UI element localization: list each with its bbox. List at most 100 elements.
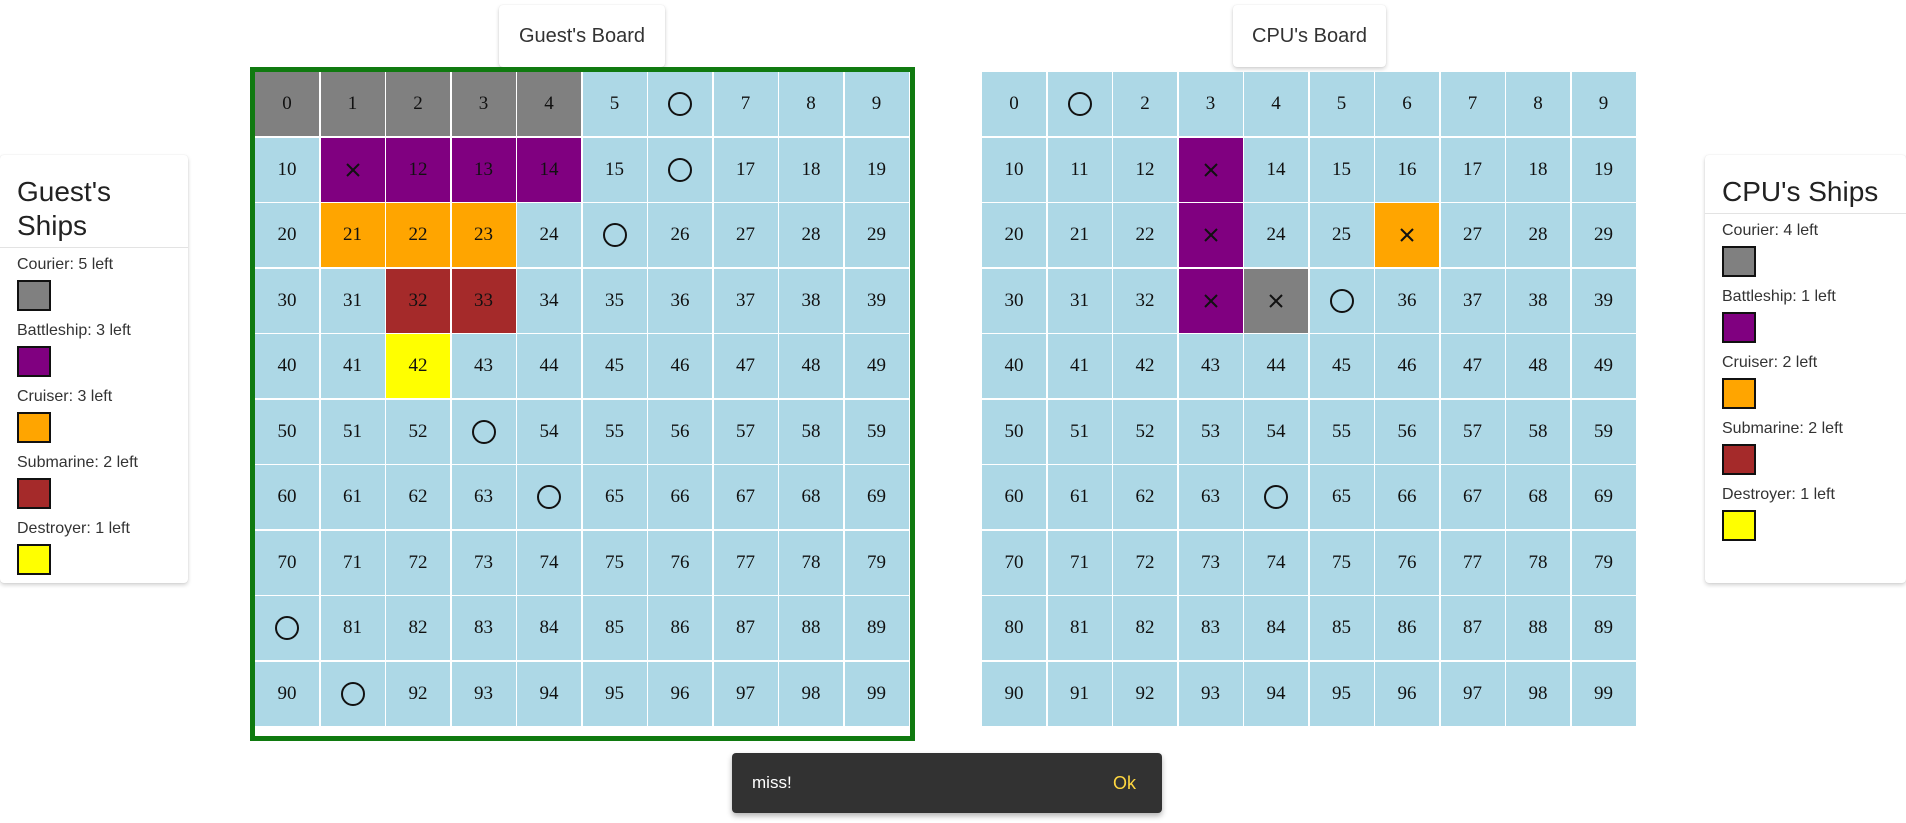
- cpu-cell-33[interactable]: [1178, 268, 1243, 333]
- cpu-cell-3[interactable]: 3: [1178, 72, 1243, 136]
- cpu-cell-65[interactable]: 65: [1309, 465, 1374, 529]
- cpu-cell-24[interactable]: 24: [1244, 203, 1308, 267]
- cpu-cell-1[interactable]: [1047, 72, 1112, 136]
- cpu-cell-26[interactable]: [1375, 203, 1439, 267]
- cpu-cell-41[interactable]: 41: [1047, 334, 1112, 398]
- cpu-cell-10[interactable]: 10: [982, 137, 1046, 202]
- cpu-cell-85[interactable]: 85: [1309, 596, 1374, 660]
- cpu-cell-68[interactable]: 68: [1506, 465, 1570, 529]
- cpu-cell-22[interactable]: 22: [1113, 203, 1177, 267]
- cpu-cell-81[interactable]: 81: [1047, 596, 1112, 660]
- cpu-cell-74[interactable]: 74: [1244, 530, 1308, 595]
- cpu-cell-11[interactable]: 11: [1047, 137, 1112, 202]
- cpu-cell-16[interactable]: 16: [1375, 137, 1439, 202]
- cpu-cell-36[interactable]: 36: [1375, 268, 1439, 333]
- cpu-cell-2[interactable]: 2: [1113, 72, 1177, 136]
- cpu-cell-6[interactable]: 6: [1375, 72, 1439, 136]
- cpu-cell-39[interactable]: 39: [1571, 268, 1636, 333]
- cpu-cell-62[interactable]: 62: [1113, 465, 1177, 529]
- cpu-cell-17[interactable]: 17: [1440, 137, 1505, 202]
- cpu-cell-72[interactable]: 72: [1113, 530, 1177, 595]
- cpu-cell-84[interactable]: 84: [1244, 596, 1308, 660]
- cpu-cell-89[interactable]: 89: [1571, 596, 1636, 660]
- cpu-cell-95[interactable]: 95: [1309, 661, 1374, 726]
- cpu-cell-15[interactable]: 15: [1309, 137, 1374, 202]
- cpu-cell-80[interactable]: 80: [982, 596, 1046, 660]
- cpu-cell-27[interactable]: 27: [1440, 203, 1505, 267]
- cpu-cell-63[interactable]: 63: [1178, 465, 1243, 529]
- cpu-cell-34[interactable]: [1244, 268, 1308, 333]
- cpu-cell-5[interactable]: 5: [1309, 72, 1374, 136]
- cpu-cell-78[interactable]: 78: [1506, 530, 1570, 595]
- cpu-cell-61[interactable]: 61: [1047, 465, 1112, 529]
- cpu-cell-4[interactable]: 4: [1244, 72, 1308, 136]
- cpu-cell-57[interactable]: 57: [1440, 399, 1505, 464]
- cpu-cell-73[interactable]: 73: [1178, 530, 1243, 595]
- cpu-cell-94[interactable]: 94: [1244, 661, 1308, 726]
- cpu-cell-75[interactable]: 75: [1309, 530, 1374, 595]
- cpu-cell-77[interactable]: 77: [1440, 530, 1505, 595]
- snackbar-ok-button[interactable]: Ok: [1113, 753, 1136, 813]
- cpu-cell-28[interactable]: 28: [1506, 203, 1570, 267]
- cpu-cell-18[interactable]: 18: [1506, 137, 1570, 202]
- cpu-cell-71[interactable]: 71: [1047, 530, 1112, 595]
- cpu-cell-70[interactable]: 70: [982, 530, 1046, 595]
- cpu-cell-13[interactable]: [1178, 137, 1243, 202]
- cpu-cell-56[interactable]: 56: [1375, 399, 1439, 464]
- cpu-cell-46[interactable]: 46: [1375, 334, 1439, 398]
- cpu-cell-51[interactable]: 51: [1047, 399, 1112, 464]
- cpu-cell-7[interactable]: 7: [1440, 72, 1505, 136]
- cpu-cell-96[interactable]: 96: [1375, 661, 1439, 726]
- cpu-cell-58[interactable]: 58: [1506, 399, 1570, 464]
- cpu-cell-55[interactable]: 55: [1309, 399, 1374, 464]
- cpu-cell-25[interactable]: 25: [1309, 203, 1374, 267]
- cpu-cell-86[interactable]: 86: [1375, 596, 1439, 660]
- cpu-cell-50[interactable]: 50: [982, 399, 1046, 464]
- cpu-cell-37[interactable]: 37: [1440, 268, 1505, 333]
- cpu-cell-9[interactable]: 9: [1571, 72, 1636, 136]
- cpu-cell-42[interactable]: 42: [1113, 334, 1177, 398]
- cpu-cell-87[interactable]: 87: [1440, 596, 1505, 660]
- cpu-cell-82[interactable]: 82: [1113, 596, 1177, 660]
- cpu-cell-99[interactable]: 99: [1571, 661, 1636, 726]
- cpu-cell-14[interactable]: 14: [1244, 137, 1308, 202]
- cpu-cell-31[interactable]: 31: [1047, 268, 1112, 333]
- cpu-cell-67[interactable]: 67: [1440, 465, 1505, 529]
- cpu-cell-49[interactable]: 49: [1571, 334, 1636, 398]
- cpu-cell-79[interactable]: 79: [1571, 530, 1636, 595]
- cpu-cell-21[interactable]: 21: [1047, 203, 1112, 267]
- cpu-cell-66[interactable]: 66: [1375, 465, 1439, 529]
- cpu-cell-76[interactable]: 76: [1375, 530, 1439, 595]
- cpu-cell-90[interactable]: 90: [982, 661, 1046, 726]
- cpu-cell-53[interactable]: 53: [1178, 399, 1243, 464]
- cpu-cell-54[interactable]: 54: [1244, 399, 1308, 464]
- cpu-cell-69[interactable]: 69: [1571, 465, 1636, 529]
- cpu-cell-19[interactable]: 19: [1571, 137, 1636, 202]
- cpu-cell-52[interactable]: 52: [1113, 399, 1177, 464]
- cpu-cell-38[interactable]: 38: [1506, 268, 1570, 333]
- cpu-cell-47[interactable]: 47: [1440, 334, 1505, 398]
- cpu-cell-30[interactable]: 30: [982, 268, 1046, 333]
- cpu-cell-98[interactable]: 98: [1506, 661, 1570, 726]
- cpu-cell-23[interactable]: [1178, 203, 1243, 267]
- cpu-cell-60[interactable]: 60: [982, 465, 1046, 529]
- cpu-cell-44[interactable]: 44: [1244, 334, 1308, 398]
- cpu-cell-92[interactable]: 92: [1113, 661, 1177, 726]
- cpu-cell-12[interactable]: 12: [1113, 137, 1177, 202]
- cpu-cell-8[interactable]: 8: [1506, 72, 1570, 136]
- cpu-cell-88[interactable]: 88: [1506, 596, 1570, 660]
- cpu-cell-35[interactable]: [1309, 268, 1374, 333]
- cpu-cell-0[interactable]: 0: [982, 72, 1046, 136]
- cpu-cell-64[interactable]: [1244, 465, 1308, 529]
- cpu-cell-32[interactable]: 32: [1113, 268, 1177, 333]
- cpu-cell-40[interactable]: 40: [982, 334, 1046, 398]
- cpu-cell-93[interactable]: 93: [1178, 661, 1243, 726]
- cpu-cell-97[interactable]: 97: [1440, 661, 1505, 726]
- cpu-cell-43[interactable]: 43: [1178, 334, 1243, 398]
- cpu-cell-20[interactable]: 20: [982, 203, 1046, 267]
- cpu-cell-29[interactable]: 29: [1571, 203, 1636, 267]
- cpu-cell-48[interactable]: 48: [1506, 334, 1570, 398]
- cpu-cell-91[interactable]: 91: [1047, 661, 1112, 726]
- cpu-cell-59[interactable]: 59: [1571, 399, 1636, 464]
- cpu-cell-45[interactable]: 45: [1309, 334, 1374, 398]
